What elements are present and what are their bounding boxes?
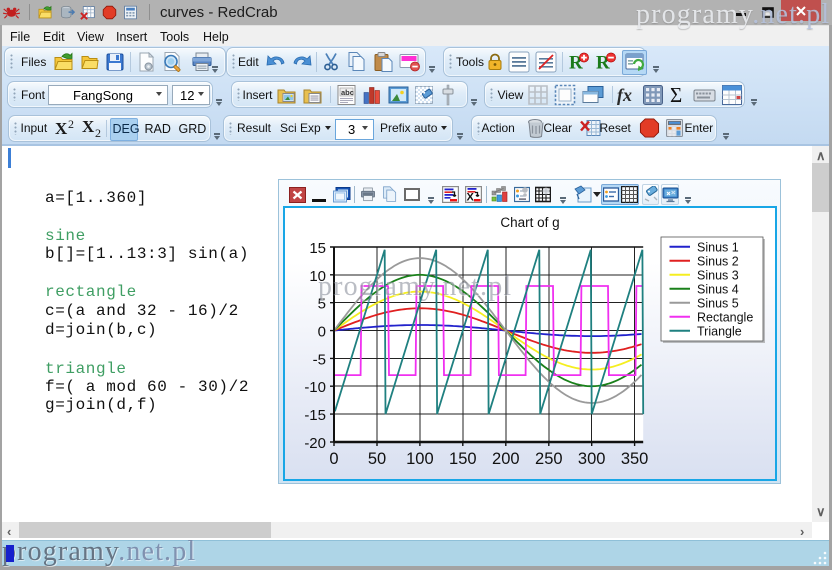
svg-text:X: X xyxy=(82,118,95,136)
svg-text:Triangle: Triangle xyxy=(697,324,742,338)
svg-text:15: 15 xyxy=(309,240,326,257)
svg-text:250: 250 xyxy=(535,450,563,468)
svg-text:100: 100 xyxy=(406,450,434,468)
svg-text:-10: -10 xyxy=(304,379,326,396)
svg-text:0: 0 xyxy=(318,324,326,341)
svg-text:X: X xyxy=(467,192,475,204)
svg-text:fx: fx xyxy=(617,85,632,105)
svg-text:0: 0 xyxy=(329,450,338,468)
svg-text:X: X xyxy=(55,119,68,138)
svg-text:Sinus 1: Sinus 1 xyxy=(697,240,739,254)
svg-text:150: 150 xyxy=(449,450,477,468)
svg-text:50: 50 xyxy=(368,450,386,468)
svg-text:Sinus 5: Sinus 5 xyxy=(697,296,739,310)
svg-text:2: 2 xyxy=(95,126,101,138)
svg-text:300: 300 xyxy=(578,450,606,468)
svg-text:-15: -15 xyxy=(304,407,326,424)
svg-text:Sinus 2: Sinus 2 xyxy=(697,254,739,268)
svg-text:200: 200 xyxy=(492,450,520,468)
svg-text:-5: -5 xyxy=(313,351,326,368)
svg-text:350: 350 xyxy=(621,450,649,468)
svg-text:abc: abc xyxy=(341,88,354,97)
svg-text:Sinus 3: Sinus 3 xyxy=(697,268,739,282)
svg-text:Sinus 4: Sinus 4 xyxy=(697,282,739,296)
svg-text:-20: -20 xyxy=(304,435,326,452)
svg-text:Σ: Σ xyxy=(670,84,682,106)
svg-text:2: 2 xyxy=(68,118,74,131)
svg-text:Rectangle: Rectangle xyxy=(697,310,753,324)
